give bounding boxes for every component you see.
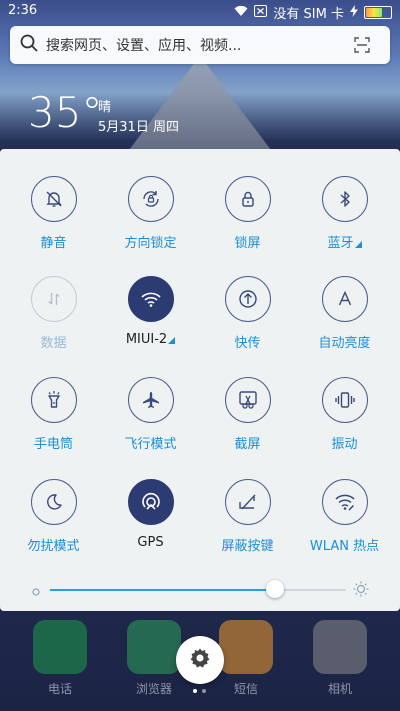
silent-bell-icon: [30, 176, 77, 222]
toggle-block-keys[interactable]: 屏蔽按键: [199, 479, 296, 579]
no-sim-icon: [254, 4, 268, 21]
toggle-auto-brightness[interactable]: 自动亮度: [296, 276, 393, 376]
brightness-slider[interactable]: [30, 580, 370, 600]
toggle-silent[interactable]: 静音: [5, 176, 102, 276]
toggle-label: 手电筒: [33, 437, 73, 452]
toggle-quick-transfer[interactable]: 快传: [199, 276, 296, 376]
app-phone[interactable]: 电话: [30, 620, 90, 697]
toggle-screenshot[interactable]: 截屏: [199, 377, 296, 477]
toggle-label: 快传: [234, 336, 261, 351]
toggle-hotspot[interactable]: WLAN 热点: [296, 479, 393, 579]
rotation-lock-icon: [127, 176, 174, 222]
weather-date: 5月31日 周四: [98, 120, 179, 135]
quick-transfer-icon: [224, 276, 271, 322]
settings-button[interactable]: [176, 636, 224, 684]
temperature: 35°: [28, 88, 103, 137]
search-bar[interactable]: 搜索网页、设置、应用、视频...: [10, 26, 390, 64]
sim-status-text: 没有 SIM 卡: [273, 7, 344, 22]
camera-icon: [313, 620, 367, 674]
toggle-label-wrap: MIUI-2: [102, 332, 199, 347]
toggle-do-not-disturb[interactable]: 勿扰模式: [5, 479, 102, 579]
toggle-wifi[interactable]: MIUI-2: [102, 276, 199, 376]
auto-brightness-icon: [321, 276, 368, 322]
toggle-label: 蓝牙: [327, 236, 354, 251]
hotspot-icon: [321, 479, 368, 525]
brightness-thumb[interactable]: [265, 580, 284, 598]
charging-icon: [350, 4, 358, 21]
app-label: 短信: [233, 682, 258, 696]
status-bar: 2:36 没有 SIM 卡: [0, 0, 400, 24]
quick-settings-panel: 静音 方向锁定 锁屏 蓝牙 数据 MIUI-2 快传 自动亮度 手电筒 飞行模式…: [0, 149, 400, 611]
screenshot-icon: [224, 377, 271, 423]
app-camera[interactable]: 相机: [310, 620, 370, 697]
toggle-vibrate[interactable]: 振动: [296, 377, 393, 477]
toggle-label: WLAN 热点: [309, 539, 380, 554]
status-icons: 没有 SIM 卡: [234, 3, 392, 22]
scan-icon[interactable]: [344, 37, 378, 57]
lock-icon: [224, 176, 271, 222]
page-dot: [202, 689, 206, 693]
page-indicator: [193, 689, 206, 693]
wifi-icon: [127, 276, 174, 322]
browser-icon: [127, 620, 181, 674]
toggle-label: 方向锁定: [124, 236, 177, 251]
brightness-high-icon: [352, 580, 370, 602]
mobile-data-icon: [30, 276, 77, 322]
toggle-mobile-data[interactable]: 数据: [5, 276, 102, 376]
toggle-label: 屏蔽按键: [221, 539, 274, 554]
message-icon: [219, 620, 273, 674]
toggle-lock-screen[interactable]: 锁屏: [199, 176, 296, 276]
search-icon: [10, 34, 46, 56]
weather-condition: 晴: [98, 100, 112, 115]
app-browser[interactable]: 浏览器: [124, 620, 184, 697]
menu-indicator-icon: [168, 337, 176, 344]
toggle-flashlight[interactable]: 手电筒: [5, 377, 102, 477]
app-label: 浏览器: [135, 682, 172, 696]
toggle-label: 勿扰模式: [27, 539, 80, 554]
vibrate-icon: [321, 377, 368, 423]
gear-icon: [189, 647, 211, 673]
brightness-fill: [50, 589, 275, 591]
status-time: 2:36: [8, 3, 38, 18]
block-keys-icon: [224, 479, 271, 525]
toggle-gps[interactable]: GPS: [102, 479, 199, 579]
flashlight-icon: [30, 377, 77, 423]
toggle-rotation-lock[interactable]: 方向锁定: [102, 176, 199, 276]
toggle-label-wrap: 蓝牙: [296, 232, 393, 251]
toggle-label: 振动: [331, 437, 358, 452]
phone-icon: [33, 620, 87, 674]
toggle-label: GPS: [137, 535, 164, 550]
wifi-icon: [234, 5, 248, 21]
app-label: 相机: [327, 682, 352, 696]
app-messages[interactable]: 短信: [216, 620, 276, 697]
do-not-disturb-icon: [30, 479, 77, 525]
brightness-low-icon: [30, 583, 42, 602]
app-label: 电话: [47, 682, 72, 696]
page-dot: [193, 689, 197, 693]
toggle-label: 截屏: [234, 437, 261, 452]
toggle-airplane[interactable]: 飞行模式: [102, 377, 199, 477]
toggle-label: 自动亮度: [318, 336, 371, 351]
toggle-label: MIUI-2: [125, 332, 168, 347]
gps-icon: [127, 479, 174, 525]
toggle-label: 静音: [40, 236, 67, 251]
toggle-bluetooth[interactable]: 蓝牙: [296, 176, 393, 276]
battery-icon: [364, 6, 392, 19]
search-placeholder: 搜索网页、设置、应用、视频...: [46, 38, 242, 54]
toggle-label: 锁屏: [234, 236, 261, 251]
airplane-icon: [127, 377, 174, 423]
toggle-label: 数据: [40, 336, 67, 351]
toggle-label: 飞行模式: [124, 437, 177, 452]
bluetooth-icon: [321, 176, 368, 222]
menu-indicator-icon: [354, 241, 362, 248]
